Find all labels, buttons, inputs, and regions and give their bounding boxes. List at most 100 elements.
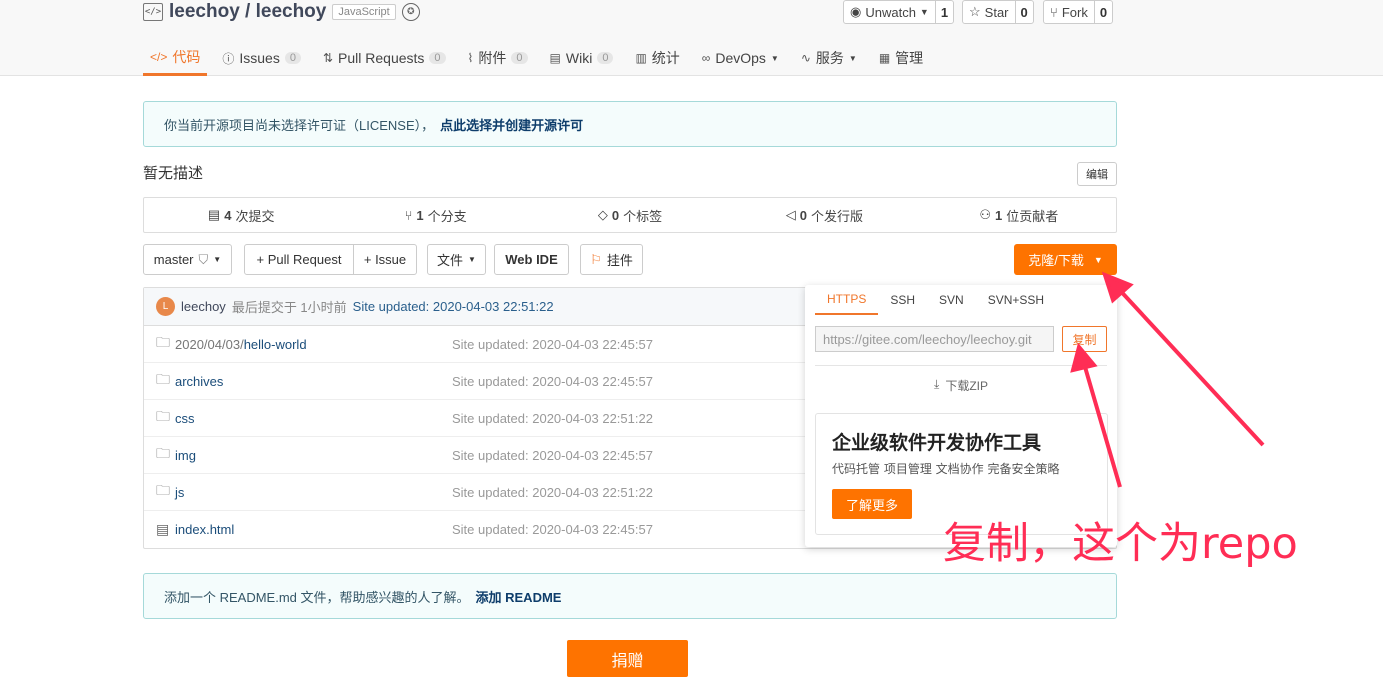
branch-select[interactable]: master ⛉ ▼ [143, 244, 232, 275]
repo-header: </> leechoy / leechoy JavaScript ✪ ◉ Unwa… [0, 0, 1383, 76]
file-commit-message[interactable]: Site updated: 2020-04-03 22:45:57 [452, 448, 653, 463]
repo-tabs: </> 代码 ⓘ Issues 0 ⇅ Pull Requests 0 ⌇ 附件 0 ▤ Wik… [143, 40, 938, 76]
commit-message[interactable]: Site updated: 2020-04-03 22:51:22 [353, 299, 554, 314]
promo-subtitle: 代码托管 项目管理 文档协作 完备安全策略 [832, 462, 1060, 476]
tab-svn[interactable]: SVN [927, 285, 976, 315]
tab-issues[interactable]: ⓘ Issues 0 [215, 40, 308, 76]
chart-icon: ▥ [635, 51, 647, 65]
create-license-link[interactable]: 点此选择并创建开源许可 [440, 115, 583, 134]
commit-author[interactable]: leechoy [181, 299, 226, 314]
contributors-icon: ⚇ [979, 207, 992, 222]
commit-time: 最后提交于 1小时前 [231, 300, 347, 315]
files-dropdown[interactable]: 文件 ▼ [427, 244, 486, 275]
tab-code[interactable]: </> 代码 [143, 40, 208, 76]
clone-protocol-tabs: HTTPS SSH SVN SVN+SSH [815, 285, 1056, 315]
watch-button[interactable]: ◉ Unwatch ▼ 1 [843, 0, 955, 24]
copy-url-button[interactable]: 复制 [1062, 326, 1107, 352]
issue-icon: ⓘ [222, 51, 235, 66]
file-name[interactable]: 2020/04/03/hello-world [175, 337, 307, 352]
language-badge[interactable]: JavaScript [332, 4, 396, 20]
new-pull-request-button[interactable]: + Pull Request [244, 244, 354, 275]
file-commit-message[interactable]: Site updated: 2020-04-03 22:51:22 [452, 485, 653, 500]
chevron-down-icon: ▼ [213, 255, 222, 264]
commit-icon: ▤ [207, 207, 221, 222]
stat-branches[interactable]: ⑂ 1 个分支 [338, 198, 532, 232]
clone-download-button[interactable]: 克隆/下载 ▼ [1014, 244, 1117, 275]
arrow-to-clone-button [1113, 283, 1265, 447]
tag-icon: ◇ [597, 207, 608, 222]
tab-manage[interactable]: ▦ 管理 [872, 40, 930, 76]
tab-attachments[interactable]: ⌇ 附件 0 [461, 40, 535, 76]
fork-label: Fork [1061, 4, 1088, 20]
tab-svn-ssh[interactable]: SVN+SSH [976, 285, 1056, 315]
stat-commits[interactable]: ▤ 4 次提交 [144, 198, 338, 232]
file-commit-message[interactable]: Site updated: 2020-04-03 22:51:22 [452, 411, 653, 426]
fork-button[interactable]: ⑂ Fork 0 [1043, 0, 1114, 24]
tab-stats[interactable]: ▥ 统计 [628, 40, 686, 76]
star-count[interactable]: 0 [1016, 1, 1033, 23]
download-zip-link[interactable]: ⤓ 下载ZIP [805, 377, 1117, 394]
tab-ssh[interactable]: SSH [878, 285, 927, 315]
file-icon: ▤ [156, 521, 170, 537]
bookmark-icon: ⚐ [590, 251, 602, 267]
widget-button[interactable]: ⚐ 挂件 [580, 244, 643, 275]
file-commit-message[interactable]: Site updated: 2020-04-03 22:45:57 [452, 374, 653, 389]
donate-button[interactable]: 捐赠 [567, 640, 688, 677]
pulse-icon: ∿ [800, 51, 811, 65]
star-button[interactable]: ☆ Star 0 [962, 0, 1034, 24]
clone-url-input[interactable]: https://gitee.com/leechoy/leechoy.git [815, 326, 1054, 352]
code-icon: </> [150, 49, 168, 64]
chevron-down-icon: ▼ [1093, 254, 1103, 265]
eye-icon: ◉ [850, 4, 862, 19]
watch-count[interactable]: 1 [936, 1, 953, 23]
file-name[interactable]: img [175, 448, 196, 463]
fork-icon: ⑂ [1050, 4, 1058, 20]
edit-description-button[interactable]: 编辑 [1077, 162, 1117, 186]
repo-name-link[interactable]: leechoy / leechoy [169, 1, 326, 23]
file-commit-message[interactable]: Site updated: 2020-04-03 22:45:57 [452, 522, 653, 537]
folder-icon: 🗀 [156, 445, 170, 461]
tab-services[interactable]: ∿ 服务 ▼ [794, 40, 864, 76]
promo-title: 企业级软件开发协作工具 [832, 432, 1042, 454]
watch-label: Unwatch [865, 4, 916, 20]
wiki-icon: ▤ [549, 51, 561, 65]
infinity-icon: ∞ [701, 51, 711, 65]
chevron-down-icon: ▼ [468, 255, 476, 264]
folder-icon: 🗀 [156, 482, 170, 498]
chevron-down-icon: ▼ [848, 53, 857, 63]
repo-code-icon: </> [143, 3, 163, 21]
divider [815, 365, 1107, 366]
avatar[interactable]: L [156, 297, 175, 316]
file-name[interactable]: js [175, 485, 184, 500]
add-readme-link[interactable]: 添加 README [476, 587, 562, 606]
folder-icon: 🗀 [156, 371, 170, 387]
fork-count[interactable]: 0 [1095, 1, 1112, 23]
star-icon: ☆ [969, 4, 981, 19]
attachment-icon: ⌇ [467, 51, 474, 65]
stat-contributors[interactable]: ⚇ 1 位贡献者 [922, 198, 1116, 232]
annotation-text: 复制，这个为repo [943, 519, 1298, 569]
readme-notice: 添加一个 README.md 文件，帮助感兴趣的人了解。 添加 README [143, 573, 1117, 619]
branch-icon: ⑂ [404, 207, 413, 223]
repo-title: </> leechoy / leechoy JavaScript ✪ [143, 0, 420, 24]
file-commit-message[interactable]: Site updated: 2020-04-03 22:45:57 [452, 337, 653, 352]
award-icon[interactable]: ✪ [401, 3, 420, 21]
tab-devops[interactable]: ∞ DevOps ▼ [695, 40, 786, 76]
web-ide-button[interactable]: Web IDE [494, 244, 569, 275]
learn-more-button[interactable]: 了解更多 [832, 489, 912, 519]
star-label: Star [984, 4, 1009, 20]
tab-https[interactable]: HTTPS [815, 285, 879, 315]
file-name[interactable]: css [175, 411, 195, 426]
tab-pull-requests[interactable]: ⇅ Pull Requests 0 [316, 40, 453, 76]
tab-wiki[interactable]: ▤ Wiki 0 [543, 40, 621, 76]
stat-releases[interactable]: ◁ 0 个发行版 [727, 198, 921, 232]
manage-icon: ▦ [878, 51, 891, 65]
folder-icon: 🗀 [156, 408, 170, 424]
file-name[interactable]: index.html [175, 522, 234, 537]
stat-tags[interactable]: ◇ 0 个标签 [533, 198, 727, 232]
new-issue-button[interactable]: + Issue [353, 244, 417, 275]
chevron-down-icon: ▼ [770, 53, 779, 63]
license-notice: 你当前开源项目尚未选择许可证（LICENSE）， 点此选择并创建开源许可 [143, 101, 1117, 147]
file-name[interactable]: archives [175, 374, 223, 389]
folder-icon: 🗀 [156, 334, 170, 350]
